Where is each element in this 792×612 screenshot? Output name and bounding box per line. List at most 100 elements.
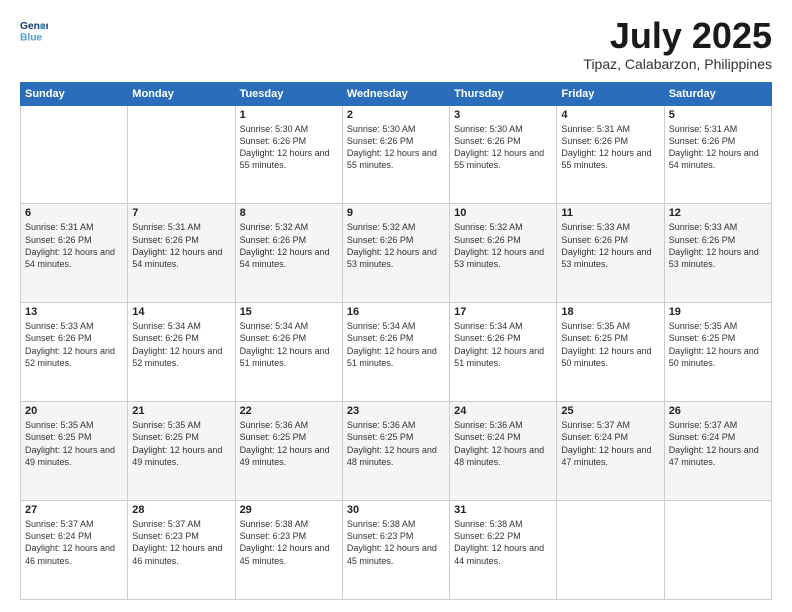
day-number: 2 <box>347 109 445 121</box>
col-monday: Monday <box>128 82 235 105</box>
calendar-week-row: 13Sunrise: 5:33 AMSunset: 6:26 PMDayligh… <box>21 303 772 402</box>
col-tuesday: Tuesday <box>235 82 342 105</box>
day-number: 4 <box>561 109 659 121</box>
cell-info: Sunrise: 5:34 AMSunset: 6:26 PMDaylight:… <box>240 320 338 369</box>
month-title: July 2025 <box>583 16 772 56</box>
table-row: 8 Sunrise: 5:32 AMSunset: 6:26 PMDaylight… <box>235 204 342 303</box>
table-row: 29 Sunrise: 5:38 AMSunset: 6:23 PMDayligh… <box>235 501 342 600</box>
table-row: 5Sunrise: 5:31 AMSunset: 6:26 PMDaylight… <box>664 105 771 204</box>
table-row: 13Sunrise: 5:33 AMSunset: 6:26 PMDayligh… <box>21 303 128 402</box>
table-row: 17Sunrise: 5:34 AMSunset: 6:26 PMDayligh… <box>450 303 557 402</box>
table-row: 26 Sunrise: 5:37 AMSunset: 6:24 PMDayligh… <box>664 402 771 501</box>
table-row: 4 Sunrise: 5:31 AMSunset: 6:26 PMDaylight… <box>557 105 664 204</box>
table-row: 21 Sunrise: 5:35 AMSunset: 6:25 PMDayligh… <box>128 402 235 501</box>
day-number: 20 <box>25 405 123 417</box>
day-number: 3 <box>454 109 552 121</box>
cell-info: Sunrise: 5:37 AMSunset: 6:24 PMDaylight:… <box>25 518 123 567</box>
day-number: 12 <box>669 207 767 219</box>
col-sunday: Sunday <box>21 82 128 105</box>
day-number: 21 <box>132 405 230 417</box>
table-row: 24Sunrise: 5:36 AMSunset: 6:24 PMDayligh… <box>450 402 557 501</box>
cell-info: Sunrise: 5:37 AMSunset: 6:23 PMDaylight:… <box>132 518 230 567</box>
table-row: 18 Sunrise: 5:35 AMSunset: 6:25 PMDayligh… <box>557 303 664 402</box>
day-number: 26 <box>669 405 767 417</box>
calendar-week-row: 1 Sunrise: 5:30 AMSunset: 6:26 PMDaylight… <box>21 105 772 204</box>
table-row <box>21 105 128 204</box>
calendar-week-row: 6 Sunrise: 5:31 AMSunset: 6:26 PMDaylight… <box>21 204 772 303</box>
day-number: 16 <box>347 306 445 318</box>
day-number: 9 <box>347 207 445 219</box>
table-row: 23Sunrise: 5:36 AMSunset: 6:25 PMDayligh… <box>342 402 449 501</box>
cell-info: Sunrise: 5:38 AMSunset: 6:23 PMDaylight:… <box>347 518 445 567</box>
calendar-week-row: 20 Sunrise: 5:35 AMSunset: 6:25 PMDayligh… <box>21 402 772 501</box>
table-row: 19Sunrise: 5:35 AMSunset: 6:25 PMDayligh… <box>664 303 771 402</box>
day-number: 18 <box>561 306 659 318</box>
table-row: 11 Sunrise: 5:33 AMSunset: 6:26 PMDayligh… <box>557 204 664 303</box>
day-number: 15 <box>240 306 338 318</box>
svg-text:General: General <box>20 21 48 32</box>
table-row: 16 Sunrise: 5:34 AMSunset: 6:26 PMDayligh… <box>342 303 449 402</box>
table-row <box>557 501 664 600</box>
day-number: 28 <box>132 504 230 516</box>
table-row: 3Sunrise: 5:30 AMSunset: 6:26 PMDaylight… <box>450 105 557 204</box>
col-thursday: Thursday <box>450 82 557 105</box>
cell-info: Sunrise: 5:38 AMSunset: 6:23 PMDaylight:… <box>240 518 338 567</box>
table-row: 27Sunrise: 5:37 AMSunset: 6:24 PMDayligh… <box>21 501 128 600</box>
cell-info: Sunrise: 5:35 AMSunset: 6:25 PMDaylight:… <box>669 320 767 369</box>
cell-info: Sunrise: 5:33 AMSunset: 6:26 PMDaylight:… <box>561 221 659 270</box>
title-block: July 2025 Tipaz, Calabarzon, Philippines <box>583 16 772 72</box>
day-number: 31 <box>454 504 552 516</box>
cell-info: Sunrise: 5:35 AMSunset: 6:25 PMDaylight:… <box>132 419 230 468</box>
cell-info: Sunrise: 5:36 AMSunset: 6:25 PMDaylight:… <box>240 419 338 468</box>
cell-info: Sunrise: 5:32 AMSunset: 6:26 PMDaylight:… <box>347 221 445 270</box>
table-row: 31 Sunrise: 5:38 AMSunset: 6:22 PMDayligh… <box>450 501 557 600</box>
day-number: 29 <box>240 504 338 516</box>
table-row: 7Sunrise: 5:31 AMSunset: 6:26 PMDaylight… <box>128 204 235 303</box>
cell-info: Sunrise: 5:38 AMSunset: 6:22 PMDaylight:… <box>454 518 552 567</box>
cell-info: Sunrise: 5:32 AMSunset: 6:26 PMDaylight:… <box>454 221 552 270</box>
day-number: 30 <box>347 504 445 516</box>
calendar: Sunday Monday Tuesday Wednesday Thursday… <box>20 82 772 600</box>
day-number: 6 <box>25 207 123 219</box>
day-number: 14 <box>132 306 230 318</box>
table-row: 25Sunrise: 5:37 AMSunset: 6:24 PMDayligh… <box>557 402 664 501</box>
col-saturday: Saturday <box>664 82 771 105</box>
logo-icon: General Blue <box>20 16 48 44</box>
cell-info: Sunrise: 5:35 AMSunset: 6:25 PMDaylight:… <box>561 320 659 369</box>
day-number: 8 <box>240 207 338 219</box>
table-row: 22Sunrise: 5:36 AMSunset: 6:25 PMDayligh… <box>235 402 342 501</box>
day-number: 11 <box>561 207 659 219</box>
logo: General Blue <box>20 16 48 44</box>
table-row: 6 Sunrise: 5:31 AMSunset: 6:26 PMDaylight… <box>21 204 128 303</box>
cell-info: Sunrise: 5:34 AMSunset: 6:26 PMDaylight:… <box>132 320 230 369</box>
col-wednesday: Wednesday <box>342 82 449 105</box>
table-row: 30 Sunrise: 5:38 AMSunset: 6:23 PMDayligh… <box>342 501 449 600</box>
calendar-week-row: 27Sunrise: 5:37 AMSunset: 6:24 PMDayligh… <box>21 501 772 600</box>
location: Tipaz, Calabarzon, Philippines <box>583 56 772 72</box>
table-row: 9 Sunrise: 5:32 AMSunset: 6:26 PMDaylight… <box>342 204 449 303</box>
cell-info: Sunrise: 5:33 AMSunset: 6:26 PMDaylight:… <box>669 221 767 270</box>
table-row: 20Sunrise: 5:35 AMSunset: 6:25 PMDayligh… <box>21 402 128 501</box>
cell-info: Sunrise: 5:34 AMSunset: 6:26 PMDaylight:… <box>347 320 445 369</box>
day-number: 7 <box>132 207 230 219</box>
day-number: 23 <box>347 405 445 417</box>
cell-info: Sunrise: 5:36 AMSunset: 6:24 PMDaylight:… <box>454 419 552 468</box>
table-row: 12 Sunrise: 5:33 AMSunset: 6:26 PMDayligh… <box>664 204 771 303</box>
cell-info: Sunrise: 5:31 AMSunset: 6:26 PMDaylight:… <box>561 123 659 172</box>
table-row: 10Sunrise: 5:32 AMSunset: 6:26 PMDayligh… <box>450 204 557 303</box>
day-number: 25 <box>561 405 659 417</box>
table-row: 28 Sunrise: 5:37 AMSunset: 6:23 PMDayligh… <box>128 501 235 600</box>
cell-info: Sunrise: 5:37 AMSunset: 6:24 PMDaylight:… <box>669 419 767 468</box>
table-row: 14 Sunrise: 5:34 AMSunset: 6:26 PMDayligh… <box>128 303 235 402</box>
cell-info: Sunrise: 5:30 AMSunset: 6:26 PMDaylight:… <box>240 123 338 172</box>
day-number: 13 <box>25 306 123 318</box>
header: General Blue July 2025 Tipaz, Calabarzon… <box>20 16 772 72</box>
table-row: 2Sunrise: 5:30 AMSunset: 6:26 PMDaylight… <box>342 105 449 204</box>
cell-info: Sunrise: 5:32 AMSunset: 6:26 PMDaylight:… <box>240 221 338 270</box>
day-number: 17 <box>454 306 552 318</box>
calendar-header-row: Sunday Monday Tuesday Wednesday Thursday… <box>21 82 772 105</box>
day-number: 1 <box>240 109 338 121</box>
cell-info: Sunrise: 5:31 AMSunset: 6:26 PMDaylight:… <box>669 123 767 172</box>
svg-text:Blue: Blue <box>20 32 43 43</box>
cell-info: Sunrise: 5:31 AMSunset: 6:26 PMDaylight:… <box>25 221 123 270</box>
